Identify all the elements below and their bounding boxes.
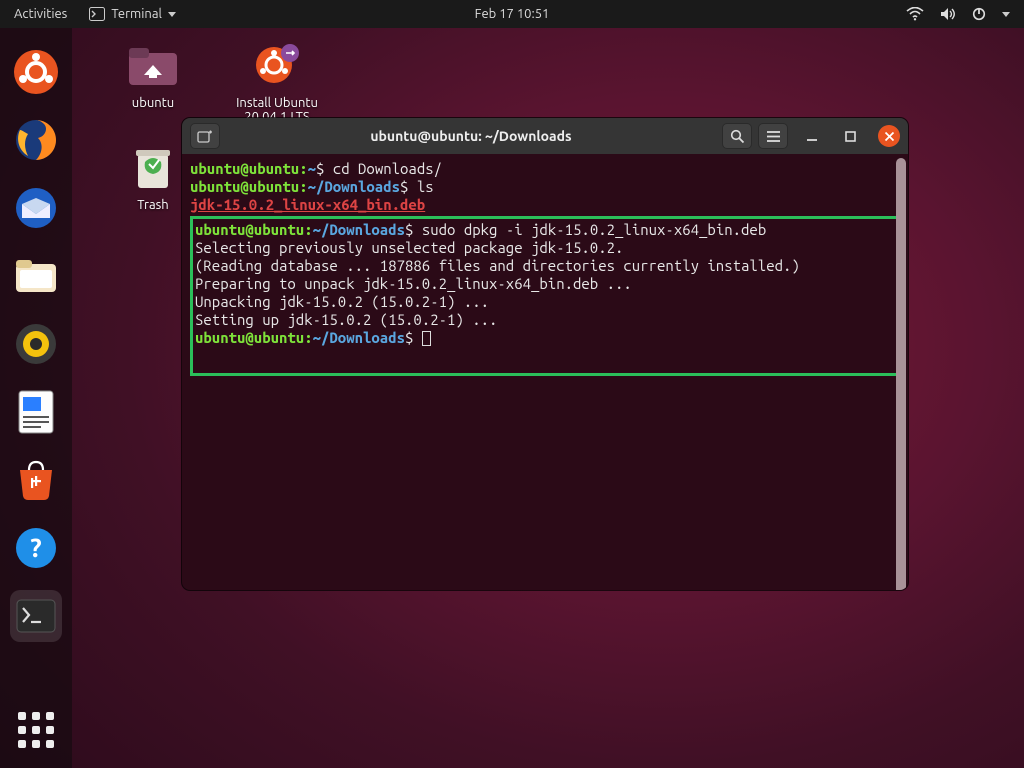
hamburger-menu-button[interactable] [758,123,788,149]
chevron-down-icon [168,12,176,17]
prompt-user: ubuntu@ubuntu [190,160,299,177]
desktop-icon-label: ubuntu [98,96,208,110]
search-button[interactable] [722,123,752,149]
minimize-button[interactable] [802,126,822,146]
status-area[interactable] [906,7,1024,21]
shopping-bag-icon [14,460,58,500]
desktop-home-folder[interactable]: ubuntu [98,40,208,110]
dock-files[interactable] [10,250,62,302]
ubuntu-logo-icon [13,49,59,95]
command-text: ls [417,178,434,195]
terminal-line: ubuntu@ubuntu:~/Downloads$ [195,329,895,347]
ubuntu-installer-icon [254,43,300,89]
folder-home-icon [128,45,178,87]
terminal-output: Unpacking jdk-15.0.2 (15.0.2-1) ... [195,293,895,311]
new-tab-button[interactable] [190,123,220,149]
terminal-icon [16,599,56,633]
dock-firefox[interactable] [10,114,62,166]
minimize-icon [806,130,818,142]
maximize-icon [845,131,856,142]
terminal-line: ubuntu@ubuntu:~$ cd Downloads/ [190,160,900,178]
command-text: sudo dpkg -i jdk-15.0.2_linux-x64_bin.de… [422,221,766,238]
dock-thunderbird[interactable] [10,182,62,234]
dock-ubuntu[interactable] [10,46,62,98]
cursor [422,331,431,346]
close-button[interactable] [878,125,900,147]
window-title: ubuntu@ubuntu: ~/Downloads [226,128,716,144]
scrollbar[interactable] [896,158,906,590]
close-icon [884,131,895,142]
terminal-line: jdk-15.0.2_linux-x64_bin.deb [190,196,900,214]
files-icon [14,256,58,296]
app-menu[interactable]: Terminal [81,7,184,21]
speaker-icon [15,323,57,365]
trash-icon [131,144,175,192]
terminal-window: ubuntu@ubuntu: ~/Downloads ubuntu@ubuntu… [182,118,908,590]
terminal-line: ubuntu@ubuntu:~/Downloads$ ls [190,178,900,196]
ls-output: jdk-15.0.2_linux-x64_bin.deb [190,196,425,213]
clock[interactable]: Feb 17 10:51 [475,7,550,21]
maximize-button[interactable] [840,126,860,146]
dock-software[interactable] [10,454,62,506]
new-tab-icon [197,129,213,143]
activities-button[interactable]: Activities [0,7,81,21]
svg-text:?: ? [30,533,41,562]
volume-icon [940,7,956,21]
terminal-output: Preparing to unpack jdk-15.0.2_linux-x64… [195,275,895,293]
dock-libreoffice-writer[interactable] [10,386,62,438]
titlebar[interactable]: ubuntu@ubuntu: ~/Downloads [182,118,908,154]
document-icon [17,389,55,435]
terminal-output: Selecting previously unselected package … [195,239,895,257]
wifi-icon [906,7,924,21]
prompt-path: ~ [308,160,316,177]
dock-terminal[interactable] [10,590,62,642]
chevron-down-icon [1002,12,1010,17]
dock: ? [0,28,72,768]
highlighted-block: ubuntu@ubuntu:~/Downloads$ sudo dpkg -i … [190,216,900,376]
terminal-icon [89,7,105,21]
search-icon [730,129,745,144]
desktop-icon-label: Install Ubuntu [222,96,332,110]
top-bar: Activities Terminal Feb 17 10:51 [0,0,1024,28]
show-applications[interactable] [12,706,60,754]
terminal-line: ubuntu@ubuntu:~/Downloads$ sudo dpkg -i … [195,221,895,239]
desktop-install-ubuntu[interactable]: Install Ubuntu 20.04.1 LTS [222,40,332,124]
app-menu-label: Terminal [111,7,162,21]
help-icon: ? [15,527,57,569]
dock-help[interactable]: ? [10,522,62,574]
dock-rhythmbox[interactable] [10,318,62,370]
terminal-output: Setting up jdk-15.0.2 (15.0.2-1) ... [195,311,895,329]
power-icon [972,7,986,21]
hamburger-icon [766,130,781,143]
terminal-output: (Reading database ... 187886 files and d… [195,257,895,275]
thunderbird-icon [14,186,58,230]
command-text: cd Downloads/ [333,160,442,177]
terminal-body[interactable]: ubuntu@ubuntu:~$ cd Downloads/ ubuntu@ub… [182,154,908,590]
firefox-icon [14,118,58,162]
